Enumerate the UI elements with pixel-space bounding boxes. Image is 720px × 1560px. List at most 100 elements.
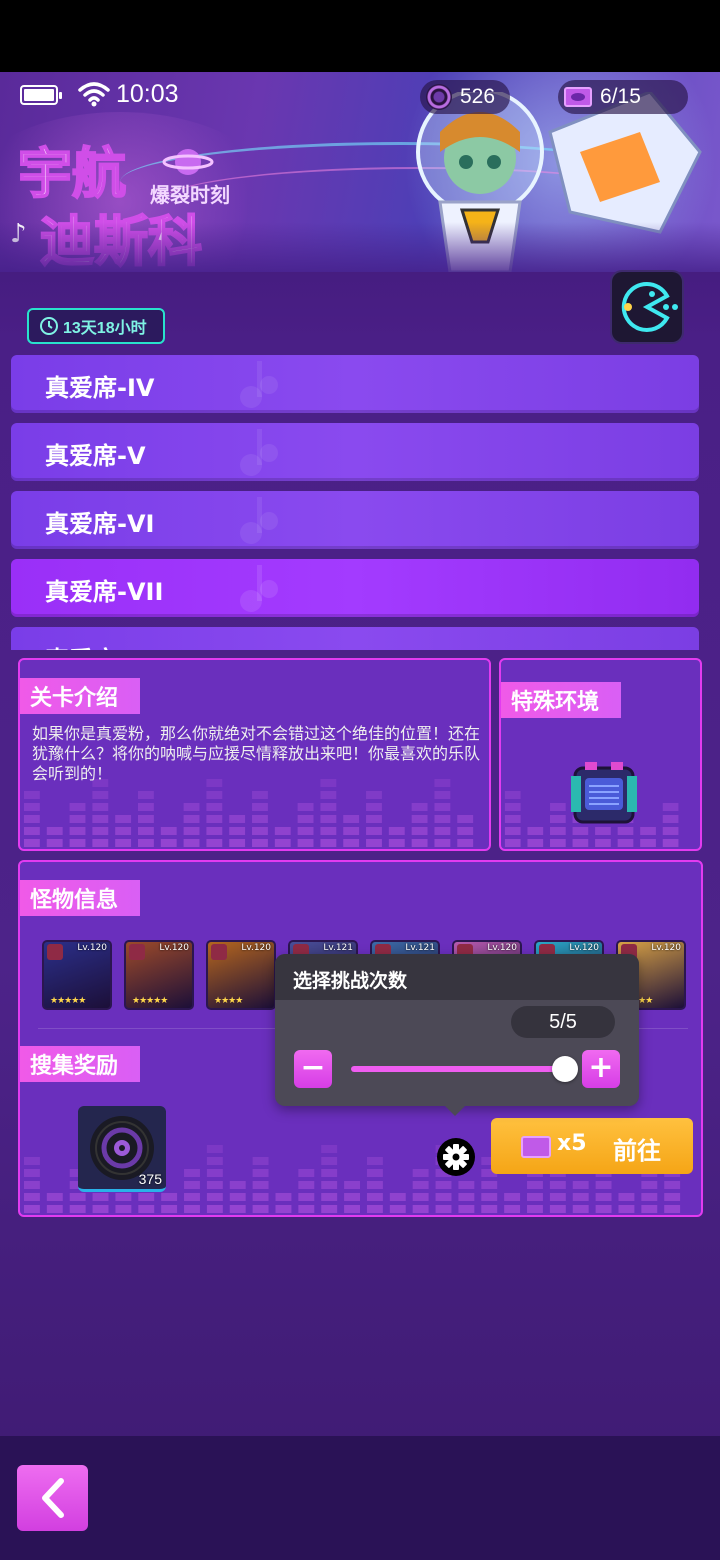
equalizer-bar <box>298 1169 315 1177</box>
equalizer-bar <box>434 827 451 835</box>
equalizer-bar <box>252 1169 269 1177</box>
monster-stars: ★★★★★ <box>132 996 168 1006</box>
equalizer-bar <box>115 1205 132 1213</box>
coin-counter[interactable]: 526 <box>420 80 510 114</box>
equalizer-bar <box>46 839 63 847</box>
stage-label: 真爱席-IV <box>45 374 155 402</box>
equalizer-bar <box>23 827 40 835</box>
equalizer-bar <box>275 1205 292 1213</box>
equalizer-bar <box>434 803 451 811</box>
reward-title: 搜集奖励 <box>20 1046 141 1082</box>
equalizer-bar <box>206 1181 223 1189</box>
equalizer-bar <box>617 827 634 835</box>
equalizer-bar <box>183 815 200 823</box>
equalizer-bar <box>275 1193 292 1201</box>
equalizer-bar <box>252 803 268 811</box>
equalizer-bar <box>206 815 223 823</box>
equalizer-bar <box>572 827 589 835</box>
equalizer-bar <box>388 827 405 835</box>
equalizer-bar <box>343 839 360 847</box>
slider-fill <box>351 1066 565 1072</box>
equalizer-bar <box>457 815 474 823</box>
equalizer-bar <box>229 827 246 835</box>
equalizer-bar <box>115 815 132 823</box>
equalizer-bar <box>160 827 177 835</box>
equalizer-bar <box>366 803 382 811</box>
decrease-button[interactable]: − <box>294 1050 332 1088</box>
go-label: 前往 <box>613 1137 661 1165</box>
note-watermark-icon <box>240 429 278 476</box>
equalizer-bar <box>229 839 246 847</box>
ticket-cost: x5 <box>557 1131 587 1156</box>
equalizer-bar <box>274 827 291 835</box>
equalizer-bar <box>69 827 86 835</box>
equalizer-bar <box>389 1193 406 1201</box>
equalizer-bar <box>92 839 109 847</box>
equalizer-bar <box>344 1193 361 1201</box>
equalizer-bar <box>617 839 634 847</box>
equalizer-bar <box>366 1181 383 1189</box>
back-button[interactable] <box>17 1465 88 1531</box>
ticket-counter[interactable]: 6/15 <box>558 80 688 114</box>
monster-class-icon <box>47 944 63 960</box>
equalizer-bar <box>92 1193 109 1201</box>
equalizer-bar <box>434 815 451 823</box>
monster-portrait[interactable]: Lv.120 ★★★★ <box>206 940 276 1010</box>
equalizer-bar <box>229 1205 246 1213</box>
equalizer-bar <box>595 1181 612 1189</box>
reward-item[interactable]: 375 <box>78 1106 166 1192</box>
stage-item-selected[interactable]: 真爱席-VII <box>11 559 699 617</box>
equalizer-bar <box>550 803 566 811</box>
equalizer-bar <box>298 1205 315 1213</box>
stage-intro-panel: 关卡介绍 如果你是真爱粉，那么你就绝对不会错过这个绝佳的位置！还在犹豫什么？将你… <box>18 658 491 851</box>
chevron-left-icon <box>42 1478 64 1518</box>
equalizer-bar <box>160 839 177 847</box>
stage-item[interactable]: 真爱席-V <box>11 423 699 481</box>
equalizer-bar <box>664 1181 681 1189</box>
equalizer-bar <box>662 839 679 847</box>
equalizer-bar <box>138 1205 155 1213</box>
equalizer-bar <box>23 1193 40 1201</box>
monster-portrait[interactable]: Lv.120 ★★★★★ <box>42 940 112 1010</box>
monster-stars: ★★★★ <box>214 996 243 1006</box>
stage-item[interactable]: 真爱席-VIII <box>11 627 699 650</box>
speaker-icon[interactable] <box>571 762 637 826</box>
equalizer-bar <box>572 1193 589 1201</box>
equalizer-bar <box>23 1169 40 1177</box>
equalizer-bar <box>297 827 314 835</box>
equalizer-bar <box>92 791 109 799</box>
increase-button[interactable]: + <box>582 1050 620 1088</box>
minigame-button[interactable] <box>612 272 682 342</box>
stage-list[interactable]: 真爱席-IV 真爱席-V 真爱席-VI 真爱席-VII 真爱席-VIII <box>11 355 699 650</box>
go-button[interactable]: x5 前往 <box>491 1118 693 1174</box>
equalizer-bar <box>229 1181 246 1189</box>
reward-count: 375 <box>138 1171 162 1187</box>
equalizer-bar <box>252 815 268 823</box>
equalizer-bar <box>550 815 566 823</box>
equalizer-bar <box>504 1193 521 1201</box>
equalizer-bar <box>366 1157 383 1165</box>
settings-button[interactable] <box>437 1138 475 1176</box>
equalizer-bar <box>389 1205 406 1213</box>
monster-portrait[interactable]: Lv.120 ★★★★★ <box>124 940 194 1010</box>
equalizer-bar <box>527 827 544 835</box>
equalizer-bar <box>23 803 40 811</box>
count-slider[interactable] <box>351 1056 578 1082</box>
equalizer-bar <box>641 1181 658 1189</box>
equalizer-bar <box>321 1157 338 1165</box>
equalizer-bar <box>595 1193 612 1201</box>
ticket-amount: 6/15 <box>600 85 641 108</box>
stage-item[interactable]: 真爱席-VI <box>11 491 699 549</box>
equalizer-bar <box>206 1205 223 1213</box>
equalizer-bar <box>321 1193 338 1201</box>
stage-item[interactable]: 真爱席-IV <box>11 355 699 413</box>
equalizer-bar <box>184 1205 200 1213</box>
equalizer-bar <box>184 1181 200 1189</box>
pacman-icon <box>621 281 678 332</box>
equalizer-bar <box>229 815 246 823</box>
equalizer-bar <box>115 827 132 835</box>
slider-thumb[interactable] <box>552 1056 578 1082</box>
equalizer-bar <box>618 1193 635 1201</box>
equalizer-bar <box>527 839 544 847</box>
equalizer-bar <box>412 1169 429 1177</box>
